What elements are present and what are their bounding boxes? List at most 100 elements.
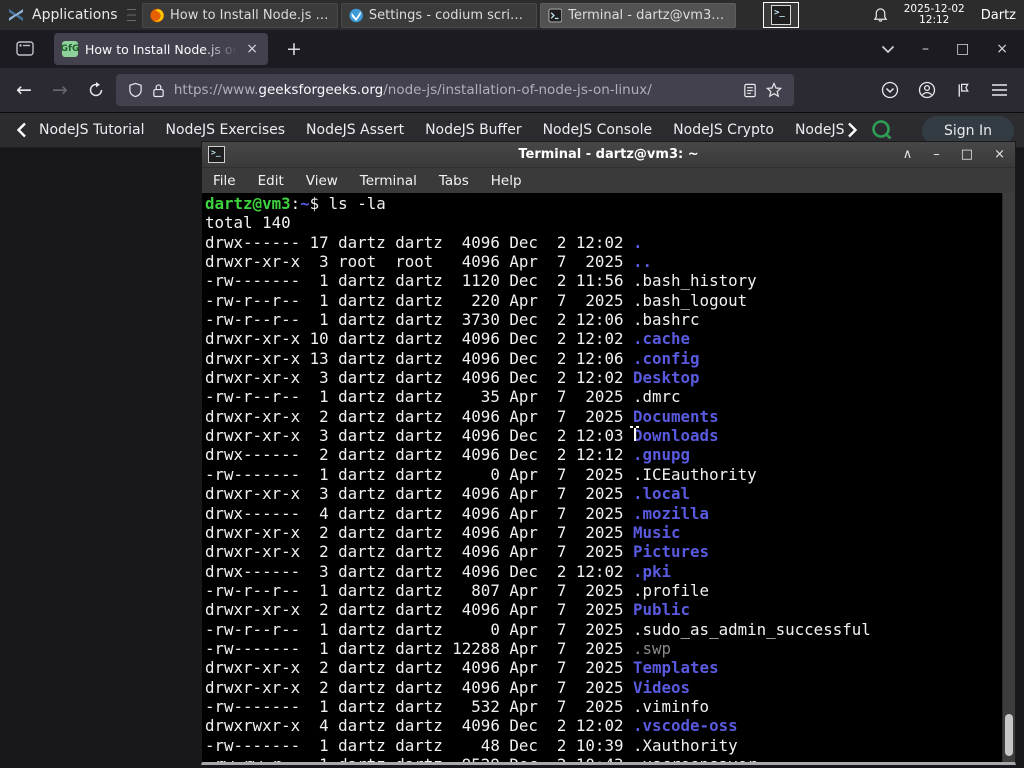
tab-close-button[interactable]: × (244, 41, 260, 57)
list-all-tabs-chevron-icon[interactable] (881, 45, 895, 54)
terminal-close-button[interactable]: × (994, 147, 1005, 162)
new-tab-button[interactable]: + (280, 38, 308, 60)
terminal-line: -rw-rw-r-- 1 dartz dartz 9529 Dec 2 10:4… (205, 755, 1002, 762)
nav-scroll-left-chevron-icon[interactable] (16, 122, 27, 138)
terminal-titlebar[interactable]: >_ Terminal - dartz@vm3: ~ ∧ – □ × (202, 142, 1015, 167)
terminal-line: -rw-r--r-- 1 dartz dartz 3730 Dec 2 12:0… (205, 310, 700, 330)
tab-title: How to Install Node.js on (85, 41, 238, 57)
extensions-icon[interactable] (955, 82, 972, 99)
terminal-line: drwxr-xr-x 2 dartz dartz 4096 Apr 7 2025… (205, 406, 719, 426)
applications-menu-label: Applications (32, 7, 118, 23)
window-button-firefox[interactable]: How to Install Node.js o... (141, 2, 338, 28)
window-minimize-button[interactable]: – (922, 41, 929, 57)
terminal-line: drwxr-xr-x 3 dartz dartz 4096 Dec 2 12:0… (205, 368, 700, 388)
terminal-menu-item[interactable]: Edit (247, 173, 295, 189)
terminal-line: -rw-r--r-- 1 dartz dartz 807 Apr 7 2025 … (205, 580, 710, 600)
reader-mode-icon[interactable] (743, 83, 757, 98)
firefox-view-icon (16, 41, 34, 56)
terminal-maximize-button[interactable]: □ (961, 147, 973, 162)
terminal-icon: >_ (771, 5, 791, 25)
window-button-title: How to Install Node.js o... (169, 7, 330, 23)
reload-button[interactable] (88, 82, 104, 98)
forward-button: → (51, 79, 68, 101)
terminal-line: -rw-r--r-- 1 dartz dartz 220 Apr 7 2025 … (205, 290, 748, 310)
panel-separator-handle (126, 9, 136, 21)
terminal-line: -rw------- 1 dartz dartz 532 Apr 7 2025 … (205, 696, 710, 716)
url-text[interactable]: https://www.geeksforgeeks.org/node-js/in… (174, 82, 652, 98)
window-button-title: Terminal - dartz@vm3: ~ (568, 7, 728, 23)
terminal-icon (547, 8, 562, 22)
window-button-terminal[interactable]: Terminal - dartz@vm3: ~ (539, 2, 736, 28)
geeksforgeeks-favicon: GfG (61, 41, 79, 57)
firefox-view-button[interactable] (10, 35, 40, 63)
distro-logo-icon (9, 9, 23, 21)
terminal-minimize-button[interactable]: – (933, 147, 940, 162)
terminal-total-line: total 140 (205, 213, 291, 233)
panel-status-area: 2025-12-02 12:12 Dartz (873, 0, 1018, 30)
terminal-menu-item[interactable]: File (202, 173, 247, 189)
terminal-line: -rw------- 1 dartz dartz 48 Dec 2 10:39 … (205, 735, 738, 755)
nav-item[interactable]: NodeJS Assert (306, 122, 404, 138)
url-scheme: https://www. (173, 82, 259, 98)
browser-tab-active[interactable]: GfG How to Install Node.js on × (54, 33, 268, 65)
nav-item[interactable]: NodeJS DNS (795, 122, 847, 138)
terminal-line: -rw------- 1 dartz dartz 0 Apr 7 2025 .I… (205, 464, 757, 484)
nav-scroll-right-chevron-icon[interactable] (847, 122, 858, 138)
terminal-line: drwxr-xr-x 3 root root 4096 Apr 7 2025 .… (205, 252, 653, 272)
terminal-line: drwxr-xr-x 13 dartz dartz 4096 Dec 2 12:… (205, 348, 700, 368)
nav-item[interactable]: NodeJS Crypto (673, 122, 774, 138)
terminal-line: -rw------- 1 dartz dartz 1120 Dec 2 11:5… (205, 271, 757, 291)
tab-bar: GfG How to Install Node.js on × + – □ × (0, 30, 1024, 68)
terminal-line: -rw-r--r-- 1 dartz dartz 0 Apr 7 2025 .s… (205, 619, 871, 639)
terminal-menu-item[interactable]: Tabs (428, 173, 480, 189)
terminal-menu-item[interactable]: Terminal (349, 173, 428, 189)
url-domain: geeksforgeeks.org (258, 82, 384, 98)
panel-clock[interactable]: 2025-12-02 12:12 (904, 3, 965, 27)
terminal-shade-button[interactable]: ∧ (903, 147, 913, 162)
app-menu-hamburger-icon[interactable] (991, 83, 1008, 97)
back-button[interactable]: ← (16, 79, 32, 101)
terminal-line: drwxr-xr-x 2 dartz dartz 4096 Apr 7 2025… (205, 542, 710, 562)
top-panel: Applications How to Install Node.js o...… (0, 0, 1024, 30)
terminal-line: drwxr-xr-x 2 dartz dartz 4096 Apr 7 2025… (205, 522, 681, 542)
lock-icon[interactable] (152, 83, 165, 98)
codium-icon (348, 8, 363, 22)
terminal-scrollbar[interactable] (1002, 193, 1015, 762)
nav-item[interactable]: NodeJS Tutorial (39, 122, 144, 138)
window-button-codium[interactable]: Settings - codium script... (340, 2, 537, 28)
terminal-line: -rw-r--r-- 1 dartz dartz 35 Apr 7 2025 .… (205, 387, 681, 407)
terminal-output[interactable]: dartz@vm3:~$ ls -la total 140 drwx------ 1… (202, 193, 1002, 762)
nav-item[interactable]: NodeJS Buffer (425, 122, 522, 138)
terminal-line: drwx------ 4 dartz dartz 4096 Apr 7 2025… (205, 503, 710, 523)
applications-menu-button[interactable]: Applications (0, 0, 125, 30)
terminal-prompt-line: dartz@vm3:~$ ls -la (205, 194, 386, 213)
account-icon[interactable] (918, 81, 936, 99)
nav-buttons: ← → (16, 79, 104, 101)
terminal-line: drwxr-xr-x 2 dartz dartz 4096 Apr 7 2025… (205, 658, 719, 678)
search-icon[interactable] (871, 119, 893, 141)
terminal-line: drwxrwxr-x 4 dartz dartz 4096 Dec 2 12:0… (205, 716, 738, 736)
terminal-line: drwxr-xr-x 2 dartz dartz 4096 Apr 7 2025… (205, 677, 691, 697)
nav-item[interactable]: NodeJS Console (543, 122, 653, 138)
nav-item[interactable]: NodeJS Exercises (165, 122, 285, 138)
url-path: /node-js/installation-of-node-js-on-linu… (383, 82, 652, 98)
window-controls: – □ × (881, 41, 1008, 57)
terminal-line: drwxr-xr-x 3 dartz dartz 4096 Dec 2 12:0… (205, 426, 719, 446)
bookmark-star-icon[interactable] (765, 82, 782, 98)
window-maximize-button[interactable]: □ (956, 41, 969, 57)
window-close-button[interactable]: × (996, 41, 1008, 57)
tray-terminal-indicator[interactable]: >_ (763, 2, 799, 28)
url-bar[interactable]: https://www.geeksforgeeks.org/node-js/in… (115, 74, 794, 106)
clock-time: 12:12 (919, 14, 950, 26)
pocket-save-icon[interactable] (881, 81, 899, 99)
tracking-protection-shield-icon[interactable] (128, 82, 143, 98)
terminal-menu-item[interactable]: Help (480, 173, 533, 189)
panel-user-label[interactable]: Dartz (981, 8, 1016, 23)
terminal-menu-item[interactable]: View (295, 173, 349, 189)
scrollbar-thumb[interactable] (1005, 714, 1013, 756)
terminal-line: drwxr-xr-x 3 dartz dartz 4096 Apr 7 2025… (205, 484, 691, 504)
window-button-list: How to Install Node.js o... Settings - c… (141, 2, 736, 28)
navigation-toolbar: ← → https://www.geeksforgeeks.org/node-j… (0, 68, 1024, 113)
notification-bell-icon[interactable] (873, 7, 888, 23)
terminal-title: Terminal - dartz@vm3: ~ (518, 147, 699, 162)
